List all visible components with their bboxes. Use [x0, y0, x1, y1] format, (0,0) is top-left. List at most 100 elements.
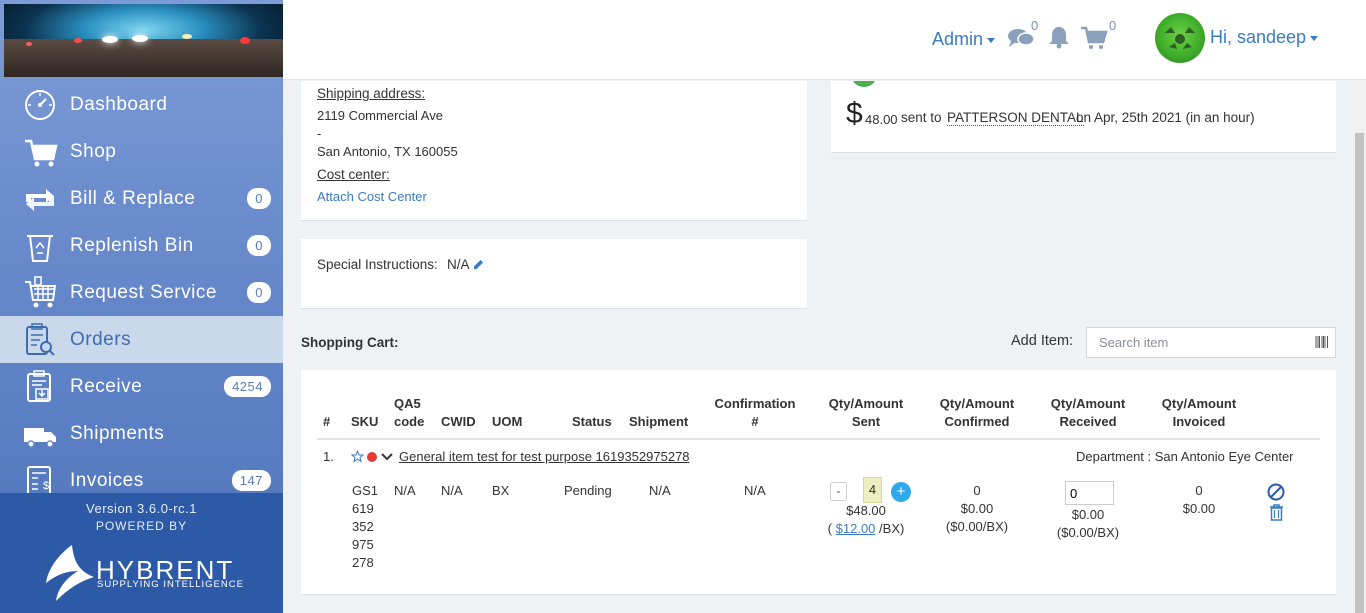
attach-cost-center-link[interactable]: Attach Cost Center: [317, 188, 427, 206]
special-instructions-label: Special Instructions:: [317, 257, 438, 272]
row-number: 1.: [323, 449, 334, 464]
barcode-icon[interactable]: [1315, 335, 1329, 349]
sidebar-item-label: Request Service: [70, 281, 217, 303]
receive-icon: [27, 370, 51, 402]
sku-cell: GS1 619 352 975 278: [352, 482, 378, 572]
department-link[interactable]: Department : San Antonio Eye Center: [1076, 448, 1294, 466]
search-item-box: [1086, 327, 1336, 358]
star-icon[interactable]: [351, 450, 364, 463]
invoiced-amount: $0.00: [1182, 501, 1216, 516]
header-shipment: Shipment: [629, 414, 689, 429]
unit-price-link[interactable]: $12.00: [836, 521, 876, 536]
header-invoiced-line1: Qty/Amount: [1161, 396, 1237, 411]
sidebar-item-label: Orders: [70, 328, 132, 350]
sidebar: Dashboard Shop Bill & Replace 0 Replenis…: [0, 0, 283, 613]
sidebar-item-label: Shipments: [70, 422, 165, 444]
header-num: #: [323, 414, 331, 429]
header-received-line2: Received: [1059, 414, 1117, 429]
trash-icon[interactable]: [1269, 504, 1284, 521]
sku-line: 352: [352, 519, 374, 534]
user-greeting: Hi, sandeep: [1210, 27, 1307, 47]
main-content: Shipping address: 2119 Commercial Ave - …: [283, 81, 1353, 613]
sidebar-item-bill-replace[interactable]: Bill & Replace 0: [0, 175, 283, 222]
item-name-link[interactable]: General item test for test purpose 16193…: [399, 448, 690, 466]
received-qty-input[interactable]: [1065, 481, 1114, 505]
received-unit: ($0.00/BX): [1056, 525, 1120, 540]
header-qa5-line1: QA5: [394, 396, 421, 411]
bell-icon[interactable]: [1047, 25, 1071, 49]
sku-line: 278: [352, 555, 374, 570]
sidebar-item-invoices[interactable]: $ Invoices 147: [0, 457, 283, 493]
cwid-cell: N/A: [441, 483, 463, 498]
header-qty-invoiced: Qty/Amount Invoiced: [1156, 395, 1242, 431]
uom-cell: BX: [492, 483, 510, 498]
quantity-field[interactable]: 4: [863, 477, 882, 503]
receive-badge: 4254: [224, 376, 271, 397]
confirmed-qty: 0: [973, 483, 981, 498]
header-divider: [317, 438, 1320, 440]
sidebar-item-receive[interactable]: Receive 4254: [0, 363, 283, 410]
received-amount: $0.00: [1071, 507, 1105, 522]
invoice-icon: $: [27, 466, 51, 493]
sidebar-item-orders[interactable]: Orders: [0, 316, 283, 363]
confirmed-unit: ($0.00/BX): [945, 519, 1009, 534]
sidebar-item-shipments[interactable]: Shipments: [0, 410, 283, 457]
cancel-icon[interactable]: [1267, 483, 1285, 501]
invoices-badge: 147: [231, 470, 271, 491]
decrease-qty-button[interactable]: -: [830, 482, 847, 501]
sidebar-item-replenish-bin[interactable]: Replenish Bin 0: [0, 222, 283, 269]
currency-symbol: $: [846, 97, 863, 130]
service-cart-icon: [25, 276, 57, 308]
chevron-down-icon[interactable]: [381, 452, 393, 462]
status-cell: Pending: [564, 483, 612, 498]
invoiced-qty: 0: [1195, 483, 1203, 498]
sku-line: 619: [352, 501, 374, 516]
admin-menu[interactable]: Admin: [932, 29, 996, 50]
search-input[interactable]: [1087, 328, 1302, 357]
edit-pencil-icon[interactable]: [473, 259, 484, 270]
cart-table: # SKU QA5 code CWID UOM Status Shipment C…: [301, 370, 1336, 595]
payment-card: $ 48.00 sent to PATTERSON DENTAL on Apr,…: [831, 81, 1336, 153]
vendor-name-link[interactable]: PATTERSON DENTAL: [947, 110, 1084, 126]
sidebar-item-request-service[interactable]: Request Service 0: [0, 269, 283, 316]
brand-tagline: SUPPLYING INTELLIGENCE: [97, 579, 244, 590]
chevron-down-icon: [1310, 35, 1319, 41]
header-confirmation: Confirmation #: [712, 395, 798, 431]
dashboard-icon: [25, 90, 55, 120]
sidebar-item-label: Invoices: [70, 469, 144, 491]
sidebar-item-dashboard[interactable]: Dashboard: [0, 81, 283, 128]
scrollbar-thumb[interactable]: [1355, 133, 1364, 613]
special-instructions-card: Special Instructions: N/A: [301, 239, 807, 309]
header-invoiced-line2: Invoiced: [1172, 414, 1226, 429]
shipping-address-label: Shipping address:: [317, 86, 426, 101]
header-confirmation-line1: Confirmation: [714, 396, 796, 411]
shipment-cell: N/A: [649, 483, 671, 498]
user-menu[interactable]: Hi, sandeep: [1210, 27, 1319, 48]
sent-amount: $48.00: [846, 503, 886, 518]
header-qty-sent: Qty/Amount Sent: [823, 395, 909, 431]
header-sent-line2: Sent: [851, 414, 881, 429]
header-uom: UOM: [492, 414, 523, 429]
svg-text:$: $: [43, 480, 50, 492]
cart-icon: [25, 139, 58, 167]
sidebar-item-label: Dashboard: [70, 93, 168, 115]
shipping-line-3: San Antonio, TX 160055: [317, 144, 458, 159]
increase-qty-button[interactable]: +: [891, 482, 911, 502]
sidebar-item-shop[interactable]: Shop: [0, 128, 283, 175]
top-header: Admin 0 0 Hi, sandeep: [283, 0, 1366, 80]
sku-line: 975: [352, 537, 374, 552]
header-qa5: QA5 code: [394, 395, 424, 431]
cart-icon[interactable]: [1080, 26, 1108, 50]
confirmation-cell: N/A: [744, 483, 766, 498]
shipping-line-2: -: [317, 126, 322, 141]
recycle-bin-icon: [27, 235, 53, 262]
shipping-card: Shipping address: 2119 Commercial Ave - …: [301, 81, 807, 221]
shopping-cart-title: Shopping Cart:: [301, 335, 399, 350]
admin-label: Admin: [932, 29, 984, 49]
header-confirmed-line2: Confirmed: [944, 414, 1010, 429]
scrollbar[interactable]: [1353, 81, 1366, 613]
chevron-down-icon: [987, 37, 996, 43]
header-banner-image: [4, 4, 283, 77]
confirmed-amount: $0.00: [960, 501, 994, 516]
avatar[interactable]: [1155, 13, 1205, 63]
